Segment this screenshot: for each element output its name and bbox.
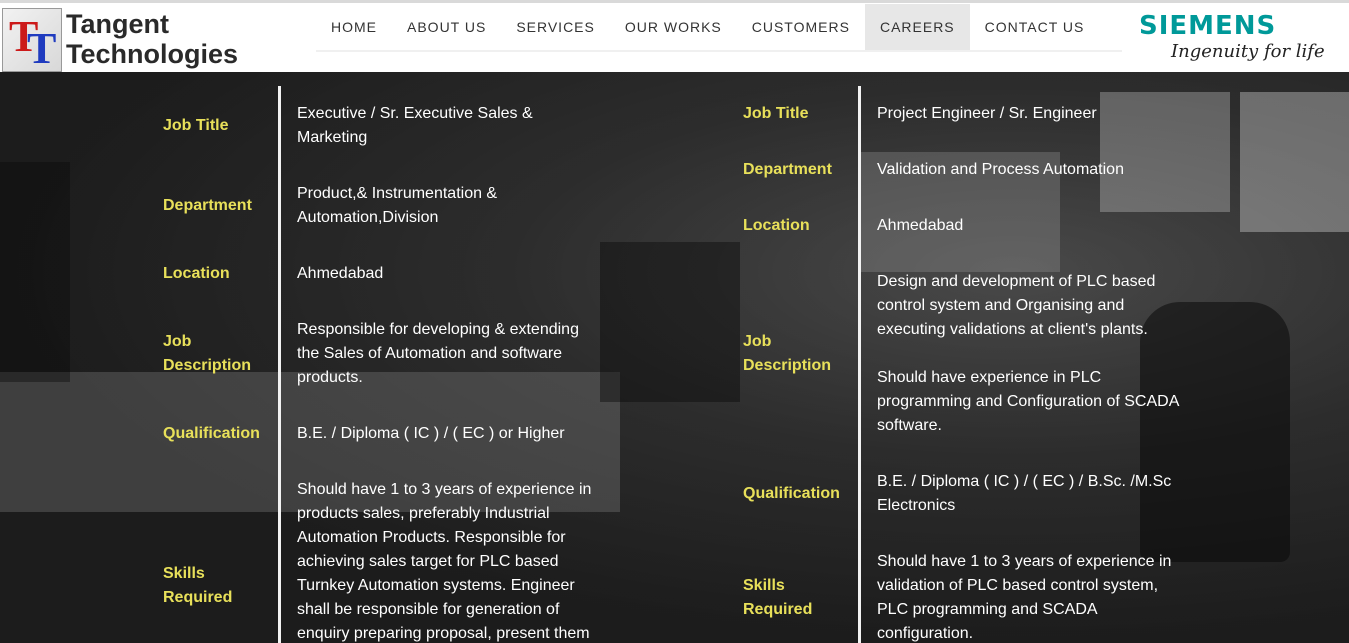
skills-value: Automation Products. Responsible for	[297, 529, 566, 546]
company-logo[interactable]: T T Tangent Technologies	[0, 6, 248, 72]
logo-mark-letter: T	[27, 24, 57, 73]
qualification-value: Electronics	[877, 497, 956, 514]
skills-label: Skills	[743, 577, 785, 594]
job-description-value: Should have experience in PLC	[877, 369, 1102, 386]
job-title-value: Executive / Sr. Executive Sales &	[297, 105, 533, 122]
location-value: Ahmedabad	[297, 265, 384, 282]
job-description-value: software.	[877, 417, 942, 434]
job-description-label: Job	[743, 333, 772, 350]
nav-customers[interactable]: CUSTOMERS	[737, 4, 865, 50]
nav-our-works[interactable]: OUR WORKS	[610, 4, 737, 50]
skills-value: shall be responsible for generation of	[297, 601, 560, 618]
background-shelf	[0, 162, 70, 382]
logo-text-line2: Technologies	[66, 39, 239, 69]
logo-text-line1: Tangent	[66, 9, 169, 39]
qualification-value: B.E. / Diploma ( IC ) / ( EC ) / B.Sc. /…	[877, 473, 1172, 490]
qualification-value: B.E. / Diploma ( IC ) / ( EC ) or Higher	[297, 425, 565, 442]
job-2-divider	[858, 86, 861, 643]
main-nav: HOME ABOUT US SERVICES OUR WORKS CUSTOME…	[316, 4, 1099, 50]
background-window	[1100, 92, 1230, 212]
job-title-value: Project Engineer / Sr. Engineer	[877, 105, 1097, 122]
nav-home[interactable]: HOME	[316, 4, 392, 50]
job-description-label: Description	[743, 357, 832, 374]
nav-about-us[interactable]: ABOUT US	[392, 4, 501, 50]
job-1-divider	[278, 86, 281, 643]
skills-value: enquiry preparing proposal, present them	[297, 625, 590, 642]
job-description-value: Responsible for developing & extending	[297, 321, 579, 338]
job-title-label: Job Title	[743, 105, 809, 122]
skills-label: Skills	[163, 565, 205, 582]
skills-value: PLC programming and SCADA	[877, 601, 1098, 618]
job-description-value: executing validations at client's plants…	[877, 321, 1148, 338]
department-value: Automation,Division	[297, 209, 439, 226]
background-window	[1240, 92, 1349, 232]
skills-value: Turnkey Automation systems. Engineer	[297, 577, 575, 594]
nav-divider	[316, 50, 1122, 52]
logo-mark: T T	[2, 8, 62, 72]
job-title-label: Job Title	[163, 117, 229, 134]
nav-services[interactable]: SERVICES	[501, 4, 610, 50]
job-description-label: Job	[163, 333, 192, 350]
skills-label: Required	[743, 601, 813, 618]
department-value: Product,& Instrumentation &	[297, 185, 498, 202]
skills-value: validation of PLC based control system,	[877, 577, 1159, 594]
location-label: Location	[743, 217, 810, 234]
job-description-value: programming and Configuration of SCADA	[877, 393, 1180, 410]
skills-value: configuration.	[877, 625, 974, 642]
nav-careers[interactable]: CAREERS	[864, 4, 970, 50]
background-desk	[600, 242, 740, 402]
skills-value: products sales, preferably Industrial	[297, 505, 550, 522]
partner-name: SIEMENS	[1139, 11, 1277, 41]
partner-logo[interactable]: SIEMENS Ingenuity for life	[1125, 3, 1349, 72]
skills-value: Should have 1 to 3 years of experience i…	[877, 553, 1172, 570]
location-value: Ahmedabad	[877, 217, 964, 234]
skills-label: Required	[163, 589, 233, 606]
job-description-label: Description	[163, 357, 252, 374]
site-header: T T Tangent Technologies HOME ABOUT US S…	[0, 0, 1349, 72]
location-label: Location	[163, 265, 230, 282]
background-chair	[1140, 302, 1290, 562]
partner-tagline: Ingenuity for life	[1171, 41, 1325, 62]
job-description-value: the Sales of Automation and software	[297, 345, 563, 362]
department-label: Department	[163, 197, 252, 214]
qualification-label: Qualification	[163, 425, 260, 442]
job-description-value: Design and development of PLC based	[877, 273, 1156, 290]
job-title-value: Marketing	[297, 129, 368, 146]
skills-value: achieving sales target for PLC based	[297, 553, 559, 570]
department-value: Validation and Process Automation	[877, 161, 1124, 178]
department-label: Department	[743, 161, 832, 178]
nav-contact-us[interactable]: CONTACT US	[970, 4, 1100, 50]
job-description-value: products.	[297, 369, 363, 386]
job-description-value: control system and Organising and	[877, 297, 1125, 314]
skills-value: Should have 1 to 3 years of experience i…	[297, 481, 592, 498]
qualification-label: Qualification	[743, 485, 840, 502]
